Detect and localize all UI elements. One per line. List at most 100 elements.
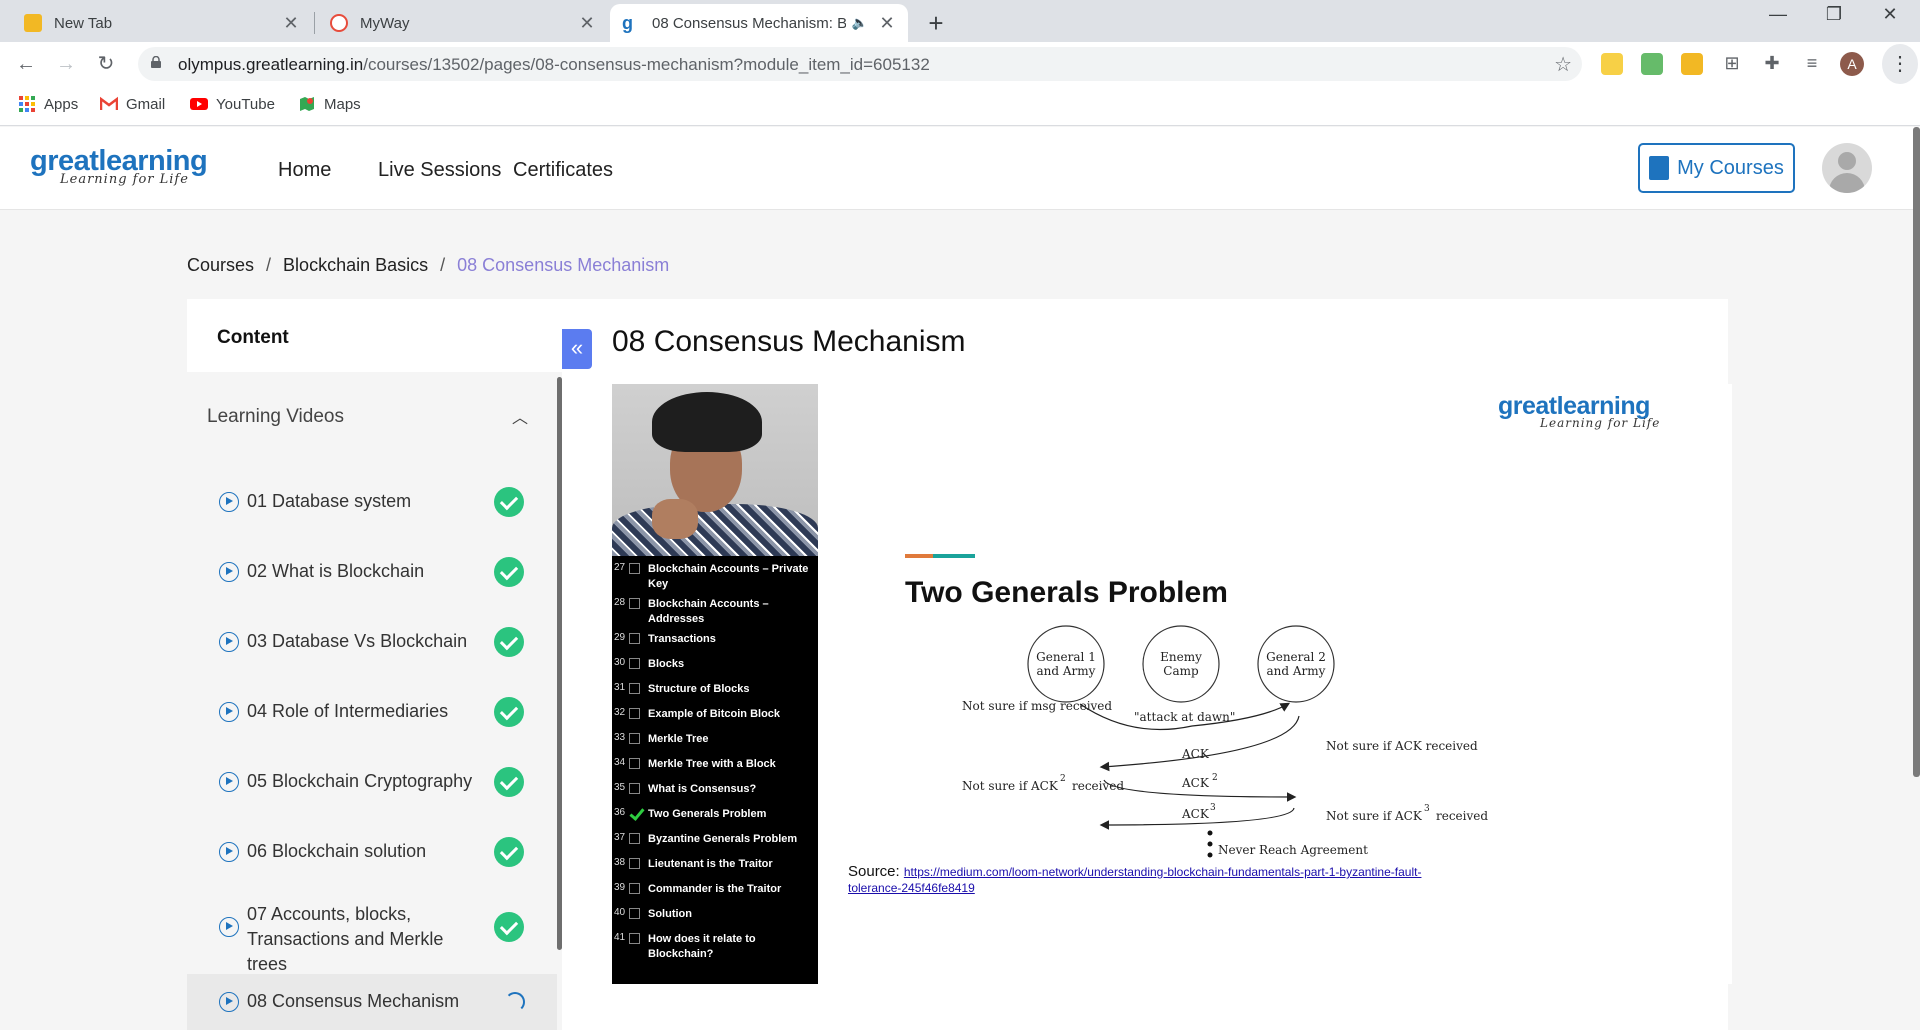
play-circle-icon <box>219 772 239 792</box>
source-label: Source: <box>848 863 900 880</box>
gmail-icon <box>100 96 118 110</box>
forward-arrow-icon[interactable]: → <box>52 50 80 78</box>
lesson-label: 07 Accounts, blocks, Transactions and Me… <box>247 904 444 974</box>
lesson-item[interactable]: 06 Blockchain solution <box>187 817 557 887</box>
video-player[interactable]: 27 Blockchain Accounts – Private Key 28 Blo… <box>612 384 1732 984</box>
extension-spreadsheet-icon[interactable] <box>1641 53 1663 75</box>
new-tab-plus-icon[interactable]: + <box>922 8 950 39</box>
bookmark-label: Apps <box>44 95 79 113</box>
topic-number: 36 <box>614 807 626 818</box>
checkbox-icon <box>629 933 640 944</box>
address-bar[interactable]: olympus.greatlearning.in/courses/13502/p… <box>138 47 1582 81</box>
tab-title: 08 Consensus Mechanism: Bl <box>652 14 846 32</box>
lesson-label: 04 Role of Intermediaries <box>247 701 449 721</box>
nav-certificates[interactable]: Certificates <box>513 159 613 182</box>
extension-photo-icon[interactable] <box>1681 53 1703 75</box>
topic-label: How does it relate to Blockchain? <box>648 933 756 960</box>
breadcrumb-courses[interactable]: Courses <box>187 255 254 276</box>
lesson-item[interactable]: 05 Blockchain Cryptography <box>187 747 557 817</box>
puzzle-extensions-icon[interactable]: ✚ <box>1761 53 1783 75</box>
extension-sticky-note-icon[interactable] <box>1601 53 1623 75</box>
node-label: General 2 <box>1266 650 1326 664</box>
back-arrow-icon[interactable]: ← <box>12 50 40 78</box>
close-icon[interactable]: ✕ <box>578 13 596 34</box>
my-courses-button[interactable]: My Courses <box>1638 143 1795 193</box>
breadcrumb-separator: / <box>440 255 446 275</box>
lesson-item[interactable]: 01 Database system <box>187 467 557 537</box>
browser-menu-icon[interactable]: ⋮ <box>1882 44 1918 84</box>
tab-new-tab[interactable]: New Tab ✕ <box>12 4 312 42</box>
breadcrumb-separator: / <box>266 255 272 275</box>
superscript-2: 2 <box>1060 774 1066 784</box>
page-scrollbar[interactable] <box>1913 127 1920 777</box>
close-icon[interactable]: ✕ <box>878 13 896 34</box>
avatar-body <box>1829 173 1865 193</box>
topic-label: Transactions <box>648 633 716 645</box>
checkbox-icon <box>629 883 640 894</box>
lesson-label: 02 What is Blockchain <box>247 561 425 581</box>
url-text[interactable]: olympus.greatlearning.in/courses/13502/p… <box>178 55 930 75</box>
nav-home[interactable]: Home <box>278 159 331 182</box>
myway-favicon-icon <box>330 14 348 32</box>
close-icon[interactable]: ✕ <box>282 13 300 34</box>
ack3-unsure-received: received <box>1436 809 1488 823</box>
topic-label: Byzantine Generals Problem <box>648 833 798 845</box>
user-avatar[interactable] <box>1822 143 1872 193</box>
lesson-item[interactable]: 04 Role of Intermediaries <box>187 677 557 747</box>
window-close-icon[interactable]: ✕ <box>1860 4 1920 25</box>
topic-label: Structure of Blocks <box>648 683 750 695</box>
tab-myway[interactable]: MyWay ✕ <box>318 4 608 42</box>
url-path: /courses/13502/pages/08-consensus-mechan… <box>363 55 930 74</box>
lesson-item[interactable]: 02 What is Blockchain <box>187 537 557 607</box>
bookmark-star-icon[interactable]: ☆ <box>1554 52 1572 77</box>
check-circle-icon <box>494 557 524 587</box>
double-chevron-left-icon: « <box>570 335 584 360</box>
topic-number: 39 <box>614 882 626 893</box>
check-circle-icon <box>494 912 524 942</box>
lesson-item-active[interactable]: 08 Consensus Mechanism <box>187 974 557 1030</box>
topic-number: 33 <box>614 732 626 743</box>
topic-number: 35 <box>614 782 626 793</box>
lesson-item[interactable]: 03 Database Vs Blockchain <box>187 607 557 677</box>
topic-number: 38 <box>614 857 626 868</box>
bookmark-apps[interactable]: Apps <box>18 95 78 113</box>
node-label: and Army <box>1037 664 1096 678</box>
bookmark-gmail[interactable]: Gmail <box>100 95 165 113</box>
collapse-sidebar-button[interactable]: « <box>562 329 592 369</box>
node-label: and Army <box>1267 664 1326 678</box>
breadcrumb-blockchain-basics[interactable]: Blockchain Basics <box>283 255 428 276</box>
node-label: Enemy <box>1160 650 1202 664</box>
ellipsis-dot <box>1207 830 1213 836</box>
source-link[interactable]: https://medium.com/loom-network/understa… <box>848 865 1421 895</box>
topic-number: 27 <box>614 562 626 573</box>
checkbox-icon <box>629 683 640 694</box>
play-circle-icon <box>219 702 239 722</box>
media-control-icon[interactable]: ≡ <box>1801 53 1823 75</box>
lesson-item[interactable]: 07 Accounts, blocks, Transactions and Me… <box>187 887 557 974</box>
topic-label: What is Consensus? <box>648 783 757 795</box>
site-header: greatlearning Learning for Life Home Liv… <box>0 127 1920 210</box>
lecture-slide: greatlearning Learning for Life Two Gene… <box>832 384 1732 984</box>
checkbox-icon <box>629 563 640 574</box>
checkbox-icon <box>629 598 640 609</box>
topic-label: Blocks <box>648 658 685 670</box>
topic-number: 28 <box>614 597 626 608</box>
topic-label: Merkle Tree <box>648 733 709 745</box>
speaker-icon[interactable]: 🔈 <box>852 15 868 31</box>
lesson-label: 06 Blockchain solution <box>247 841 427 861</box>
reload-icon[interactable]: ↻ <box>92 50 120 78</box>
checkbox-icon <box>629 858 640 869</box>
greatlearning-logo[interactable]: greatlearning Learning for Life <box>30 145 208 187</box>
section-title[interactable]: Learning Videos <box>207 406 344 428</box>
profile-avatar[interactable]: A <box>1840 52 1864 76</box>
minimize-icon[interactable]: — <box>1748 4 1808 25</box>
restore-icon[interactable]: ❐ <box>1804 4 1864 25</box>
checkmark-icon <box>629 808 640 819</box>
nav-live-sessions[interactable]: Live Sessions <box>378 159 501 182</box>
bookmark-youtube[interactable]: YouTube <box>190 95 275 113</box>
tab-consensus-mechanism[interactable]: g 08 Consensus Mechanism: Bl 🔈 ✕ <box>610 4 908 42</box>
chevron-up-icon[interactable]: ︿ <box>512 404 528 428</box>
bookmark-maps[interactable]: Maps <box>298 95 361 113</box>
msg-unsure-label: Not sure if msg received <box>962 699 1112 713</box>
gamepad-icon[interactable]: ⊞ <box>1721 53 1743 75</box>
